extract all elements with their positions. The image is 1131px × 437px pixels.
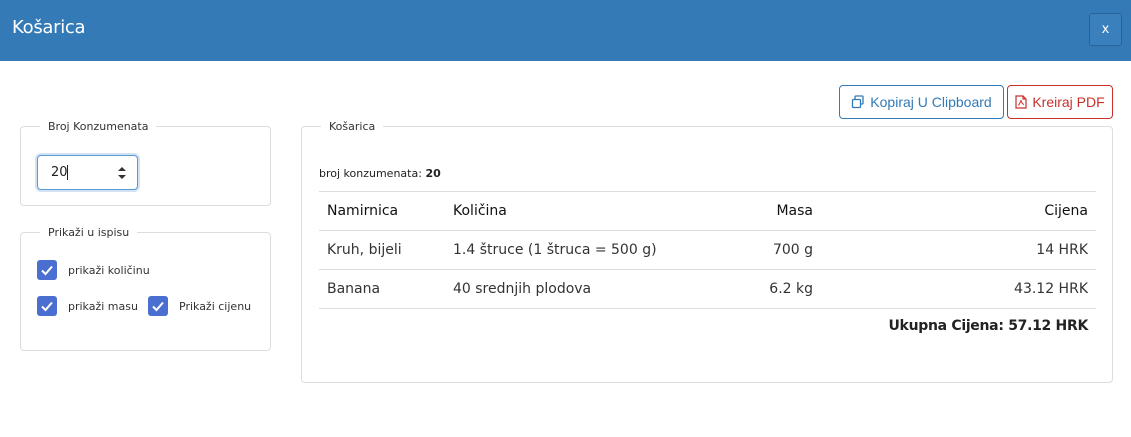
consumers-fieldset: Broj Konzumenata 20 [20,120,271,206]
consumers-input-value: 20 [51,165,68,180]
cell-quantity: 40 srednjih plodova [445,269,675,309]
cell-mass: 6.2 kg [675,269,821,309]
print-options-legend: Prikaži u ispisu [40,226,138,239]
show-quantity-checkbox[interactable] [37,260,57,280]
checkmark-icon [41,301,53,312]
pdf-file-icon [1015,95,1027,109]
table-header-row: Namirnica Količina Masa Cijena [319,191,1096,231]
copy-button-label: Kopiraj U Clipboard [870,94,992,110]
show-mass-option[interactable]: prikaži masu [37,296,138,316]
show-mass-label: prikaži masu [68,299,138,313]
copy-icon [852,95,864,109]
consumers-summary-value: 20 [425,167,441,180]
show-price-checkbox[interactable] [148,296,168,316]
show-quantity-label: prikaži količinu [68,263,150,277]
modal-header: Košarica x [0,0,1131,61]
cart-table: Namirnica Količina Masa Cijena Kruh, bij… [319,191,1096,309]
table-row: Kruh, bijeli 1.4 štruce (1 štruca = 500 … [319,230,1096,270]
cell-item: Kruh, bijeli [319,230,445,270]
table-row: Banana 40 srednjih plodova 6.2 kg 43.12 … [319,269,1096,309]
checkmark-icon [152,301,164,312]
copy-to-clipboard-button[interactable]: Kopiraj U Clipboard [839,85,1004,119]
cell-price: 43.12 HRK [821,269,1096,309]
show-quantity-option[interactable]: prikaži količinu [37,260,150,280]
show-mass-checkbox[interactable] [37,296,57,316]
column-header-quantity: Količina [445,191,675,231]
column-header-price: Cijena [821,191,1096,231]
cell-price: 14 HRK [821,230,1096,270]
pdf-button-label: Kreiraj PDF [1032,94,1105,110]
close-button[interactable]: x [1089,13,1122,46]
consumers-summary: broj konzumenata: 20 [319,167,441,180]
consumers-number-input[interactable]: 20 [37,155,138,190]
consumers-summary-label: broj konzumenata: [319,167,422,180]
total-price: Ukupna Cijena: 57.12 HRK [888,318,1088,334]
cell-mass: 700 g [675,230,821,270]
column-header-item: Namirnica [319,191,445,231]
modal-title: Košarica [12,17,86,38]
print-options-fieldset: Prikaži u ispisu prikaži količinu prikaž… [20,226,271,351]
cart-fieldset: Košarica broj konzumenata: 20 Namirnica … [301,120,1113,383]
cell-quantity: 1.4 štruce (1 štruca = 500 g) [445,230,675,270]
spinner-arrows-icon[interactable] [117,165,127,181]
column-header-mass: Masa [675,191,821,231]
checkmark-icon [41,265,53,276]
create-pdf-button[interactable]: Kreiraj PDF [1007,85,1113,119]
show-price-option[interactable]: Prikaži cijenu [148,296,251,316]
text-caret [67,165,68,180]
consumers-legend: Broj Konzumenata [40,120,157,133]
cart-legend: Košarica [321,120,384,133]
show-price-label: Prikaži cijenu [179,299,252,313]
cell-item: Banana [319,269,445,309]
